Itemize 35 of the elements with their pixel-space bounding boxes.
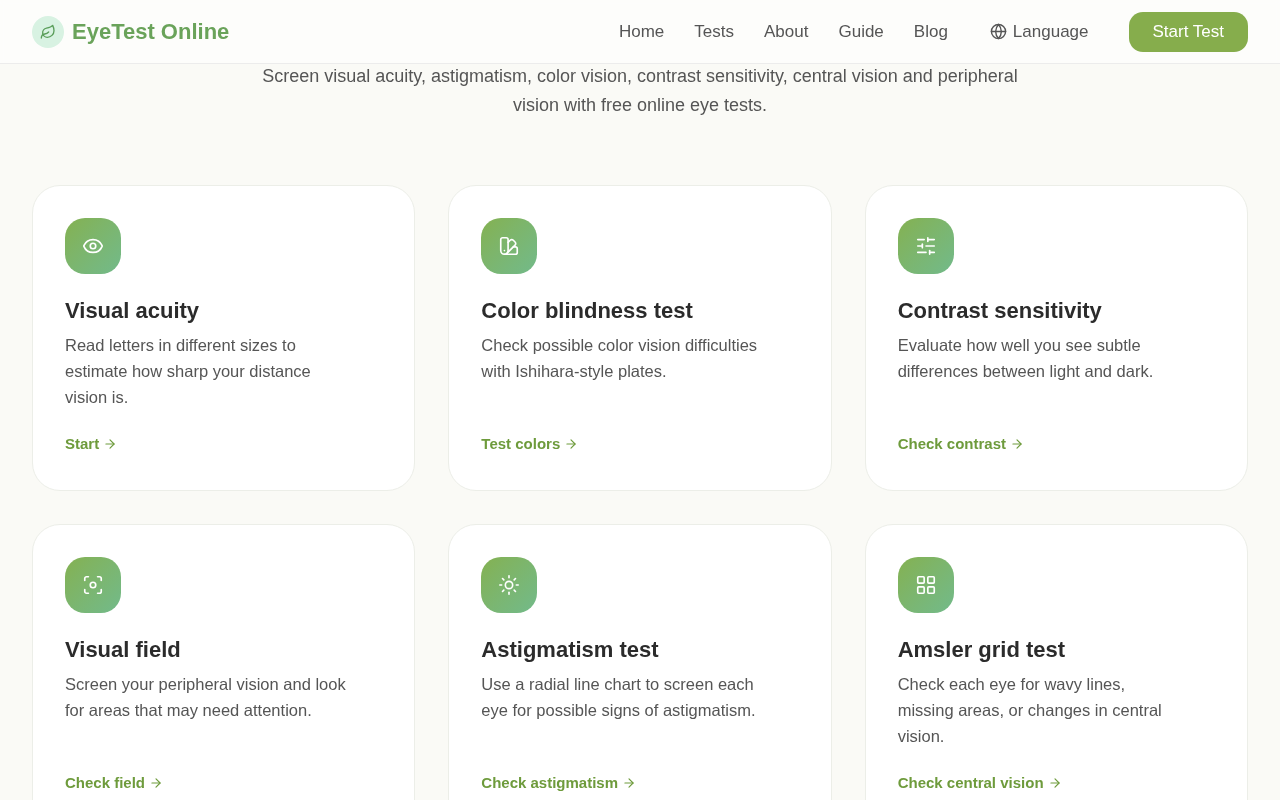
card-description: Screen your peripheral vision and look for areas that may need attention. [65, 674, 347, 721]
card-description: Evaluate how well you see subtle differences between light and dark. [897, 335, 1155, 382]
card-link[interactable]: Check contrast [897, 433, 1025, 456]
sliders-icon [897, 218, 954, 274]
sun-icon [481, 557, 538, 613]
swatch-book-icon [481, 218, 538, 274]
card-link[interactable]: Check field [65, 772, 164, 795]
nav-link[interactable]: Home [614, 18, 669, 45]
grid-icon [897, 557, 954, 613]
card-title: Contrast sensitivity [897, 297, 1103, 325]
start-test-button[interactable]: Start Test [1128, 11, 1248, 52]
card-link[interactable]: Check central vision [897, 772, 1062, 795]
card-description: Read letters in different sizes to estimate how sharp your distance vision is. [65, 335, 312, 408]
page-subtitle: Screen visual acuity, astigmatism, color vision, contrast sensitivity, central vision and peripheral vision with free online eye tests. [261, 65, 1019, 117]
card-title: Astigmatism test [481, 636, 660, 664]
card-title: Color blindness test [481, 297, 694, 325]
nav-link[interactable]: Blog [909, 18, 952, 45]
card-description: Use a radial line chart to screen each eye for possible signs of astigmatism. [481, 674, 757, 721]
card-title: Visual acuity [65, 297, 201, 325]
card-description: Check possible color vision difficulties with Ishihara-style plates. [481, 335, 759, 382]
site-logo[interactable]: EyeTest Online [72, 15, 230, 48]
card-description: Check each eye for wavy lines, missing areas, or changes in central vision. [897, 674, 1163, 747]
focus-frame-icon [65, 557, 121, 613]
nav-link[interactable]: Tests [690, 18, 738, 45]
eye-icon [65, 218, 121, 274]
card-title: Visual field [65, 636, 182, 664]
nav-link[interactable]: About [760, 18, 813, 45]
card-title: Amsler grid test [897, 636, 1067, 664]
language-selector[interactable]: Language [989, 18, 1089, 45]
leaf-logo-icon[interactable] [32, 15, 64, 48]
nav-link[interactable]: Guide [834, 18, 888, 45]
card-link[interactable]: Start [65, 433, 118, 456]
card-link[interactable]: Test colors [481, 433, 579, 456]
card-link[interactable]: Check astigmatism [481, 772, 637, 795]
globe-icon [989, 23, 1007, 40]
